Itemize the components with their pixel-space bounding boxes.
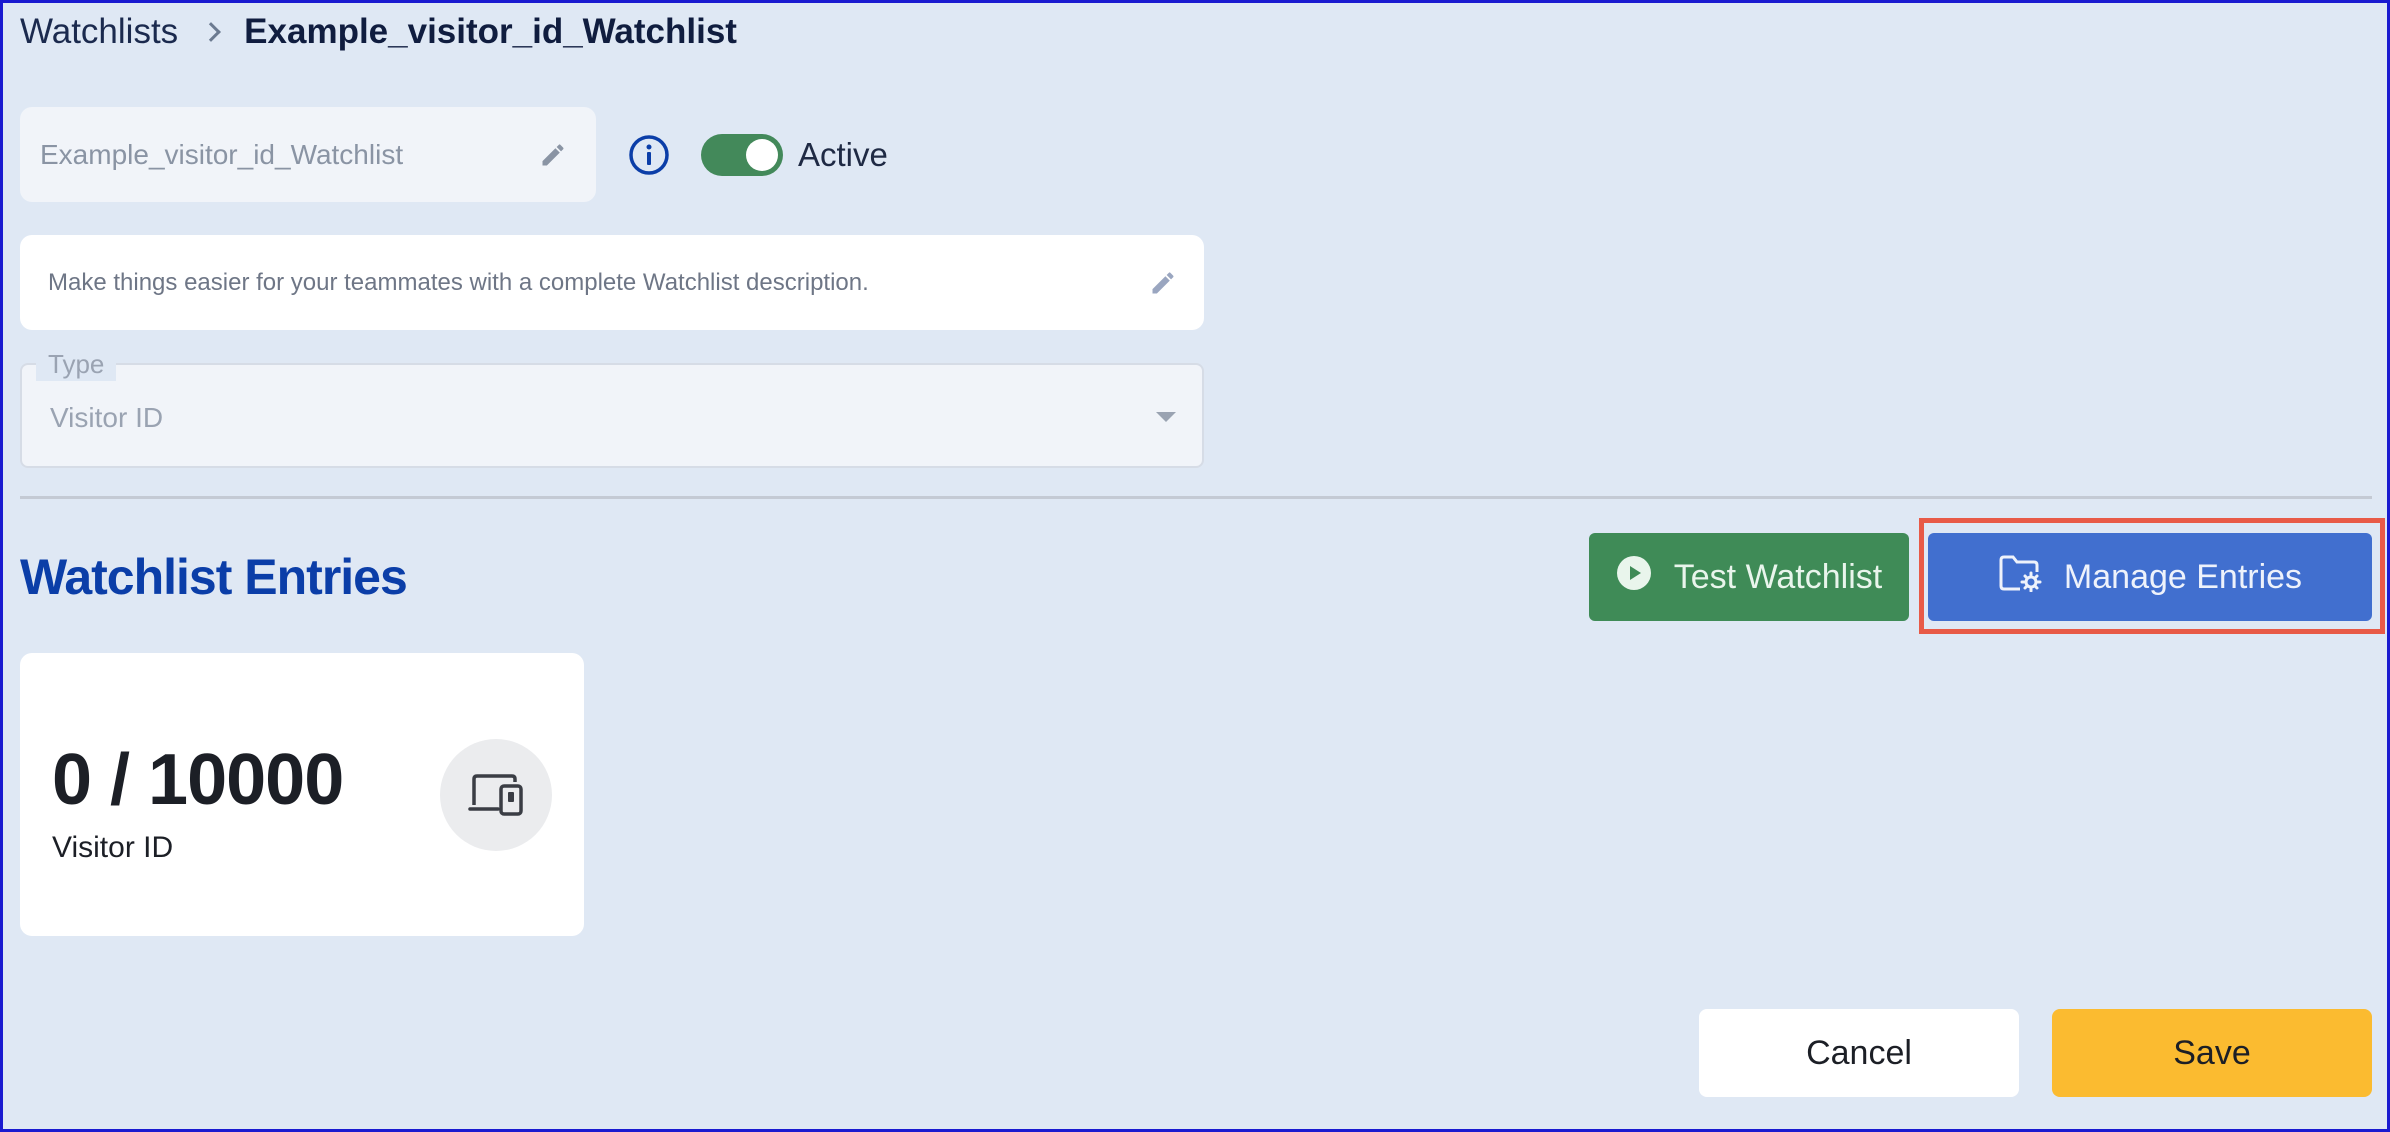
caret-down-icon[interactable]	[1156, 412, 1176, 422]
description-placeholder: Make things easier for your teammates wi…	[48, 268, 869, 296]
active-toggle[interactable]	[701, 134, 783, 176]
devices-icon	[440, 739, 552, 851]
manage-entries-label: Manage Entries	[2063, 557, 2303, 596]
manage-entries-button[interactable]: Manage Entries	[1928, 533, 2372, 621]
active-label: Active	[798, 136, 888, 173]
type-value: Visitor ID	[50, 402, 164, 433]
breadcrumb-current: Example_visitor_id_Watchlist	[244, 12, 737, 51]
watchlist-entries-title: Watchlist Entries	[20, 549, 408, 605]
breadcrumb: Watchlists Example_visitor_id_Watchlist	[20, 8, 737, 56]
watchlist-name-field[interactable]	[20, 107, 596, 202]
description-field[interactable]: Make things easier for your teammates wi…	[20, 235, 1204, 330]
watchlist-name-input[interactable]	[40, 138, 520, 171]
toggle-knob	[746, 139, 778, 171]
folder-gear-icon	[1998, 554, 2042, 601]
pencil-icon[interactable]	[538, 140, 568, 170]
play-circle-icon	[1616, 555, 1652, 600]
cancel-button[interactable]: Cancel	[1699, 1009, 2019, 1097]
entries-count-label: Visitor ID	[52, 831, 174, 864]
test-watchlist-button[interactable]: Test Watchlist	[1589, 533, 1909, 621]
type-label: Type	[36, 347, 117, 381]
entries-count-card: 0 / 10000 Visitor ID	[20, 653, 584, 936]
type-select[interactable]: Type Visitor ID	[20, 347, 1204, 468]
save-button[interactable]: Save	[2052, 1009, 2372, 1097]
info-icon[interactable]	[628, 134, 670, 176]
chevron-right-icon	[201, 22, 222, 42]
section-divider	[20, 496, 2372, 499]
breadcrumb-watchlists-link[interactable]: Watchlists	[20, 12, 178, 52]
pencil-icon[interactable]	[1148, 268, 1178, 298]
entries-count: 0 / 10000	[52, 740, 344, 820]
test-watchlist-label: Test Watchlist	[1673, 557, 1883, 596]
